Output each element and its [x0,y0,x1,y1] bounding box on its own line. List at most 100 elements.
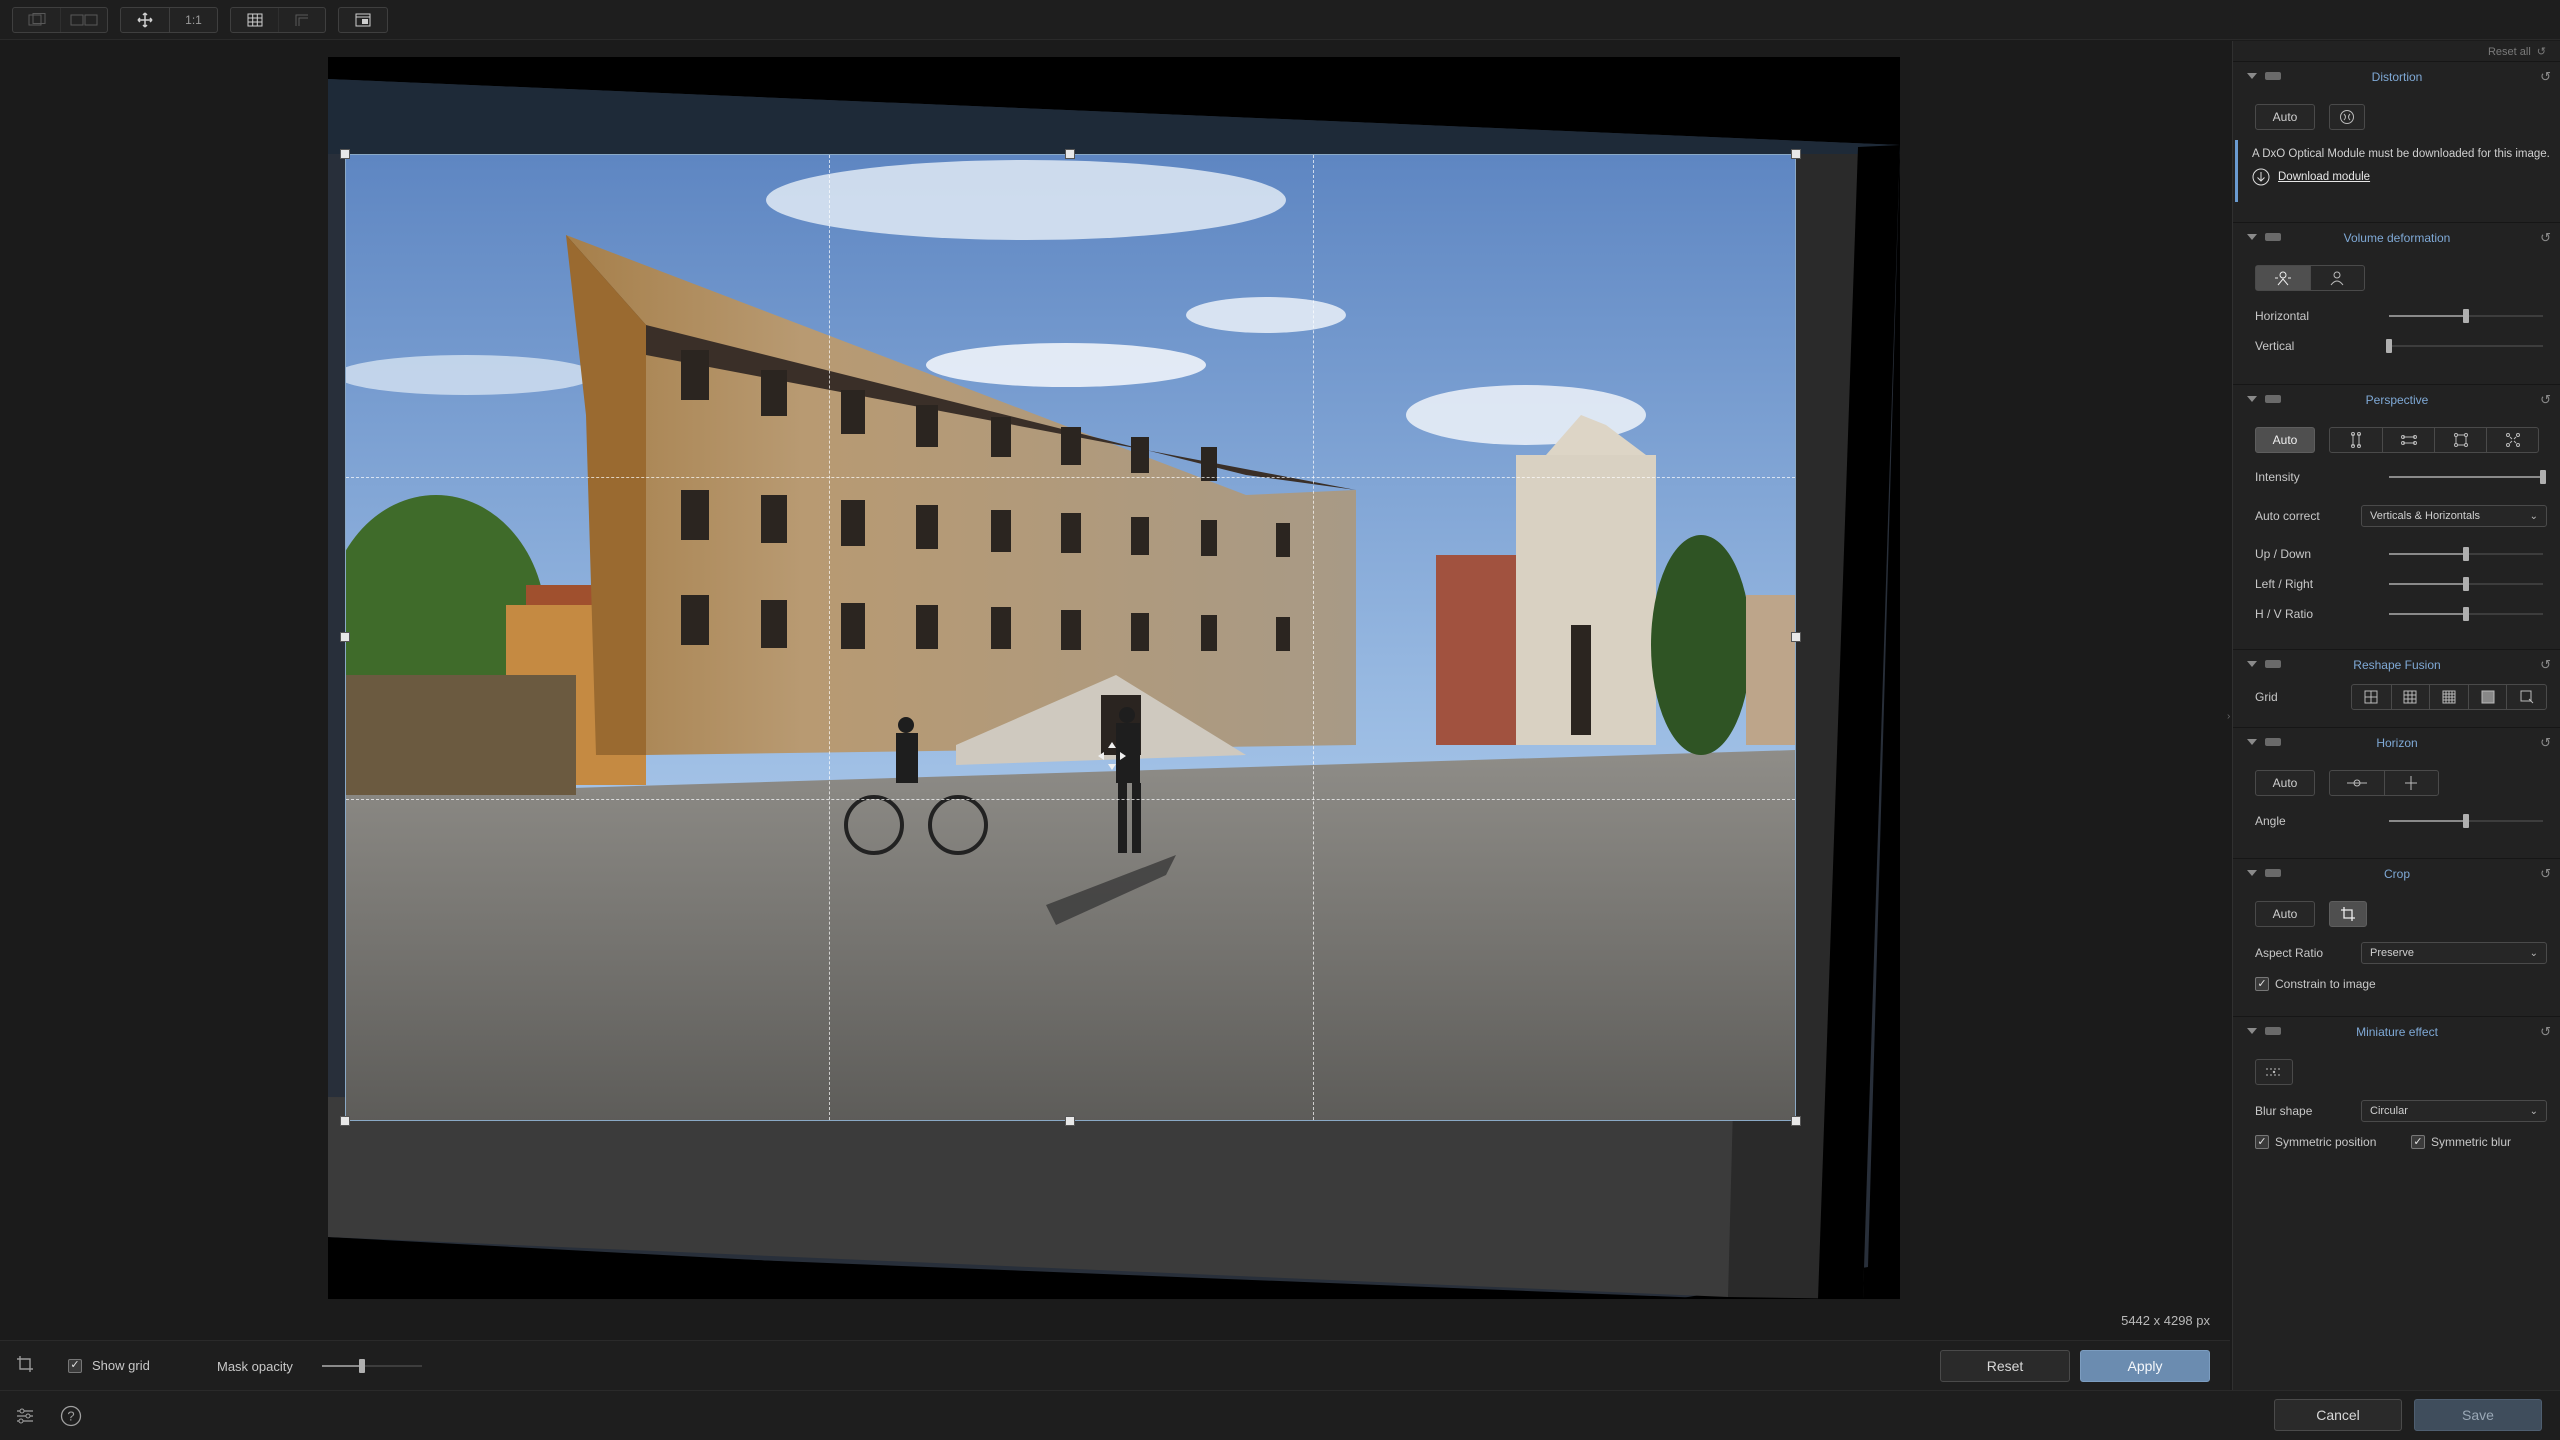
move-button[interactable] [121,8,169,32]
adjustments-icon[interactable] [16,1407,34,1425]
auto-correct-select[interactable]: Verticals & Horizontals ⌄ [2361,505,2547,527]
crop-handle-bottom-right[interactable] [1791,1116,1801,1126]
grid-2x2-button[interactable] [2352,685,2391,709]
crop-auto-button[interactable]: Auto [2255,901,2315,927]
download-module-link[interactable]: Download module [2252,168,2555,186]
perspective-horizontal-button[interactable] [2382,428,2434,452]
crop-move-icon[interactable] [1096,740,1128,772]
compare-split-button[interactable] [60,8,107,32]
aspect-ratio-label: Aspect Ratio [2255,946,2324,960]
volume-header[interactable]: Volume deformation ↺ [2233,223,2560,253]
crop-header[interactable]: Crop ↺ [2233,859,2560,889]
crop-area[interactable] [345,154,1796,1121]
grid-custom-button[interactable] [2506,685,2546,709]
horizon-header[interactable]: Horizon ↺ [2233,728,2560,758]
angle-label: Angle [2255,814,2286,828]
view-group: 1:1 [120,7,218,33]
aspect-ratio-select[interactable]: Preserve ⌄ [2361,942,2547,964]
undo-icon[interactable]: ↺ [2540,392,2551,408]
undo-icon[interactable]: ↺ [2540,69,2551,85]
apply-button[interactable]: Apply [2080,1350,2210,1382]
show-grid-toggle[interactable]: Show grid [68,1358,150,1373]
horizon-mode-group [2329,770,2439,796]
up-down-slider[interactable] [2389,547,2543,561]
horizon-level-button[interactable] [2330,771,2384,795]
volume-horizontal-slider[interactable] [2389,309,2543,323]
hv-ratio-label: H / V Ratio [2255,607,2314,621]
grid-4x4-button[interactable] [2429,685,2468,709]
perspective-title: Perspective [2365,393,2429,407]
reset-all-button[interactable]: Reset all ↺ [2488,45,2546,59]
loupe-button[interactable] [339,8,387,32]
horizon-line-icon [2346,779,2367,787]
intensity-label: Intensity [2255,470,2300,484]
undo-icon[interactable]: ↺ [2540,735,2551,751]
miniature-header[interactable]: Miniature effect ↺ [2233,1017,2560,1047]
crop-section: Crop ↺ Auto Aspect Ratio Preserve ⌄ Cons… [2233,858,2560,996]
miniature-focus-button[interactable] [2255,1059,2293,1085]
volume-architecture-button[interactable] [2256,266,2310,290]
image-canvas[interactable]: 5442 x 4298 px [0,41,2230,1340]
crop-handle-top-right[interactable] [1791,149,1801,159]
loupe-icon [355,13,371,27]
guides-icon [295,14,308,26]
volume-portrait-button[interactable] [2309,266,2364,290]
angle-slider[interactable] [2389,814,2543,828]
volume-vertical-slider[interactable] [2386,339,2543,353]
crop-manual-button[interactable] [2329,901,2367,927]
horizon-vertical-button[interactable] [2383,771,2438,795]
help-icon[interactable]: ? [60,1405,82,1427]
undo-icon[interactable]: ↺ [2540,1024,2551,1040]
symmetric-blur-toggle[interactable]: Symmetric blur [2411,1135,2511,1149]
distortion-auto-button[interactable]: Auto [2255,104,2315,130]
vertical-label: Vertical [2255,339,2295,353]
horizon-section: Horizon ↺ Auto Angle [2233,727,2560,855]
guides-button[interactable] [278,8,325,32]
perspective-vertical-button[interactable] [2330,428,2382,452]
crop-handle-bottom[interactable] [1065,1116,1075,1126]
distortion-header[interactable]: Distortion ↺ [2233,62,2560,92]
mask-opacity-label: Mask opacity [217,1359,293,1374]
reshape-header[interactable]: Reshape Fusion ↺ [2233,650,2560,680]
panel-collapse-grip[interactable]: › [2227,711,2233,725]
horizon-auto-button[interactable]: Auto [2255,770,2315,796]
symmetric-blur-checkbox[interactable] [2411,1135,2425,1149]
perspective-rectangle-button[interactable] [2434,428,2486,452]
grid-fine-icon [2481,690,2495,704]
zoom-1to1-button[interactable]: 1:1 [169,8,217,32]
grid-fine-button[interactable] [2467,685,2507,709]
crop-handle-left[interactable] [340,632,350,642]
reset-button[interactable]: Reset [1940,1350,2070,1382]
crop-title: Crop [2383,867,2410,881]
crop-handle-top[interactable] [1065,149,1075,159]
volume-deformation-section: Volume deformation ↺ Horizontal Vertical [2233,222,2560,362]
perspective-header[interactable]: Perspective ↺ [2233,385,2560,415]
mask-opacity-slider[interactable] [322,1359,422,1373]
perspective-auto-button[interactable]: Auto [2255,427,2315,453]
crop-handle-top-left[interactable] [340,149,350,159]
compare-single-button[interactable] [13,8,60,32]
crop-handle-right[interactable] [1791,632,1801,642]
blur-shape-select[interactable]: Circular ⌄ [2361,1100,2547,1122]
symmetric-position-checkbox[interactable] [2255,1135,2269,1149]
image-dimensions: 5442 x 4298 px [2121,1313,2210,1328]
show-grid-checkbox[interactable] [68,1358,82,1373]
crop-handle-bottom-left[interactable] [340,1116,350,1126]
intensity-slider[interactable] [2389,470,2546,484]
undo-icon[interactable]: ↺ [2540,866,2551,882]
undo-icon[interactable]: ↺ [2540,230,2551,246]
cancel-button[interactable]: Cancel [2274,1399,2402,1431]
left-right-slider[interactable] [2389,577,2543,591]
symmetric-position-toggle[interactable]: Symmetric position [2255,1135,2376,1149]
constrain-to-image-toggle[interactable]: Constrain to image [2255,977,2376,991]
blur-shape-value: Circular [2370,1105,2408,1117]
save-button[interactable]: Save [2414,1399,2542,1431]
hv-ratio-slider[interactable] [2389,607,2543,621]
distortion-manual-button[interactable] [2329,104,2365,130]
grid-3x3-button[interactable] [2390,685,2430,709]
undo-icon[interactable]: ↺ [2540,657,2551,673]
constrain-checkbox[interactable] [2255,977,2269,991]
crop-icon[interactable] [16,1355,34,1373]
grid-button[interactable] [231,8,278,32]
perspective-8point-button[interactable] [2486,428,2538,452]
